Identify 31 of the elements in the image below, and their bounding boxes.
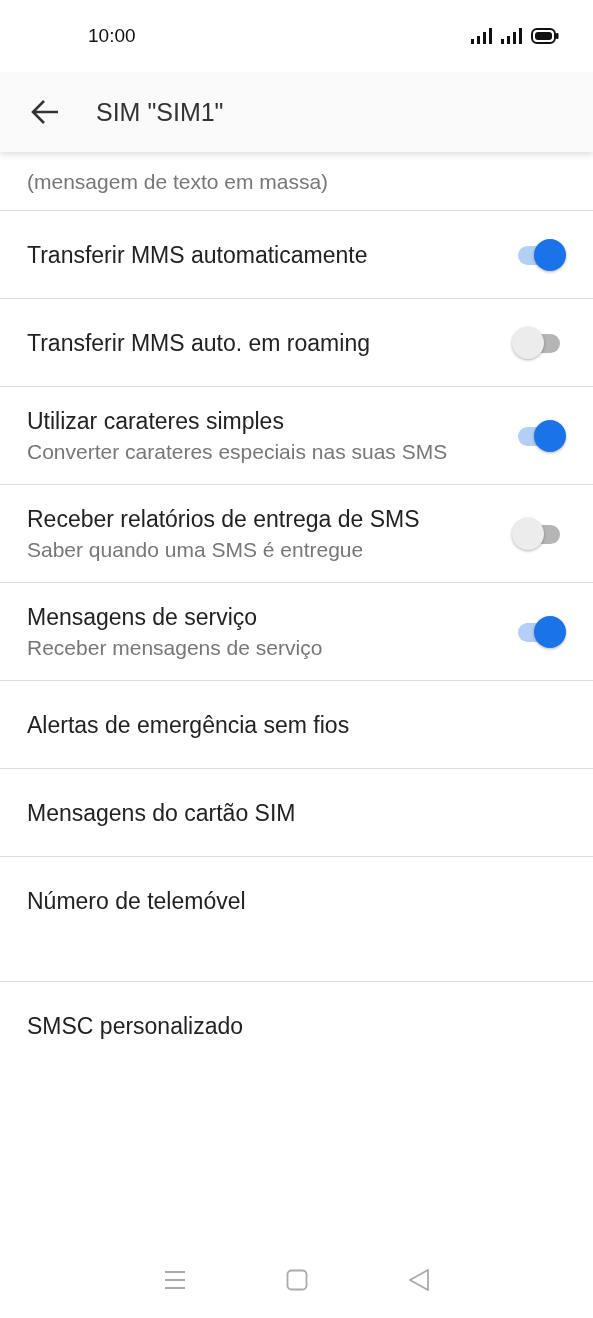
setting-row[interactable]: Mensagens de serviço Receber mensagens de serviço — [0, 583, 593, 681]
clock: 10:00 — [88, 25, 136, 47]
setting-row[interactable]: Alertas de emergência sem fios — [0, 681, 593, 769]
setting-summary: (mensagem de texto em massa) — [27, 168, 329, 195]
setting-title: Mensagens do cartão SIM — [27, 798, 297, 828]
setting-row[interactable]: Número de telemóvel — [0, 857, 593, 982]
setting-row[interactable]: Transferir MMS auto. em roaming — [0, 299, 593, 387]
setting-summary: Saber quando uma SMS é entregue — [27, 537, 365, 563]
setting-row[interactable]: Receber relatórios de entrega de SMS Saber quando uma SMS é entregue — [0, 485, 593, 583]
setting-title: Transferir MMS automaticamente — [27, 240, 369, 270]
setting-row[interactable]: Mensagens do cartão SIM — [0, 769, 593, 857]
screen-title: SIM "SIM1" — [96, 97, 224, 127]
setting-title: Mensagens de serviço — [27, 603, 259, 632]
setting-row[interactable]: SMSC personalizado — [0, 982, 593, 1070]
battery-icon — [531, 28, 559, 44]
setting-title: Número de telemóvel — [27, 887, 247, 916]
setting-summary: Receber mensagens de serviço — [27, 635, 324, 661]
back-arrow-icon[interactable] — [30, 99, 60, 125]
setting-row[interactable]: Transferir MMS automaticamente — [0, 211, 593, 299]
setting-title: Receber relatórios de entrega de SMS — [27, 505, 421, 534]
back-icon[interactable] — [407, 1268, 430, 1292]
signal-icon — [501, 28, 523, 44]
setting-row[interactable]: Utilizar carateres simples Converter carateres especiais nas suas SMS — [0, 387, 593, 485]
setting-title: Transferir MMS auto. em roaming — [27, 328, 371, 358]
setting-title: SMSC personalizado — [27, 1012, 245, 1041]
setting-summary: Converter carateres especiais nas suas SMS — [27, 439, 449, 465]
home-icon[interactable] — [285, 1269, 308, 1291]
signal-icon — [471, 28, 493, 44]
menu-icon[interactable] — [163, 1270, 186, 1290]
setting-title: Utilizar carateres simples — [27, 407, 285, 436]
setting-title: Alertas de emergência sem fios — [27, 710, 351, 740]
